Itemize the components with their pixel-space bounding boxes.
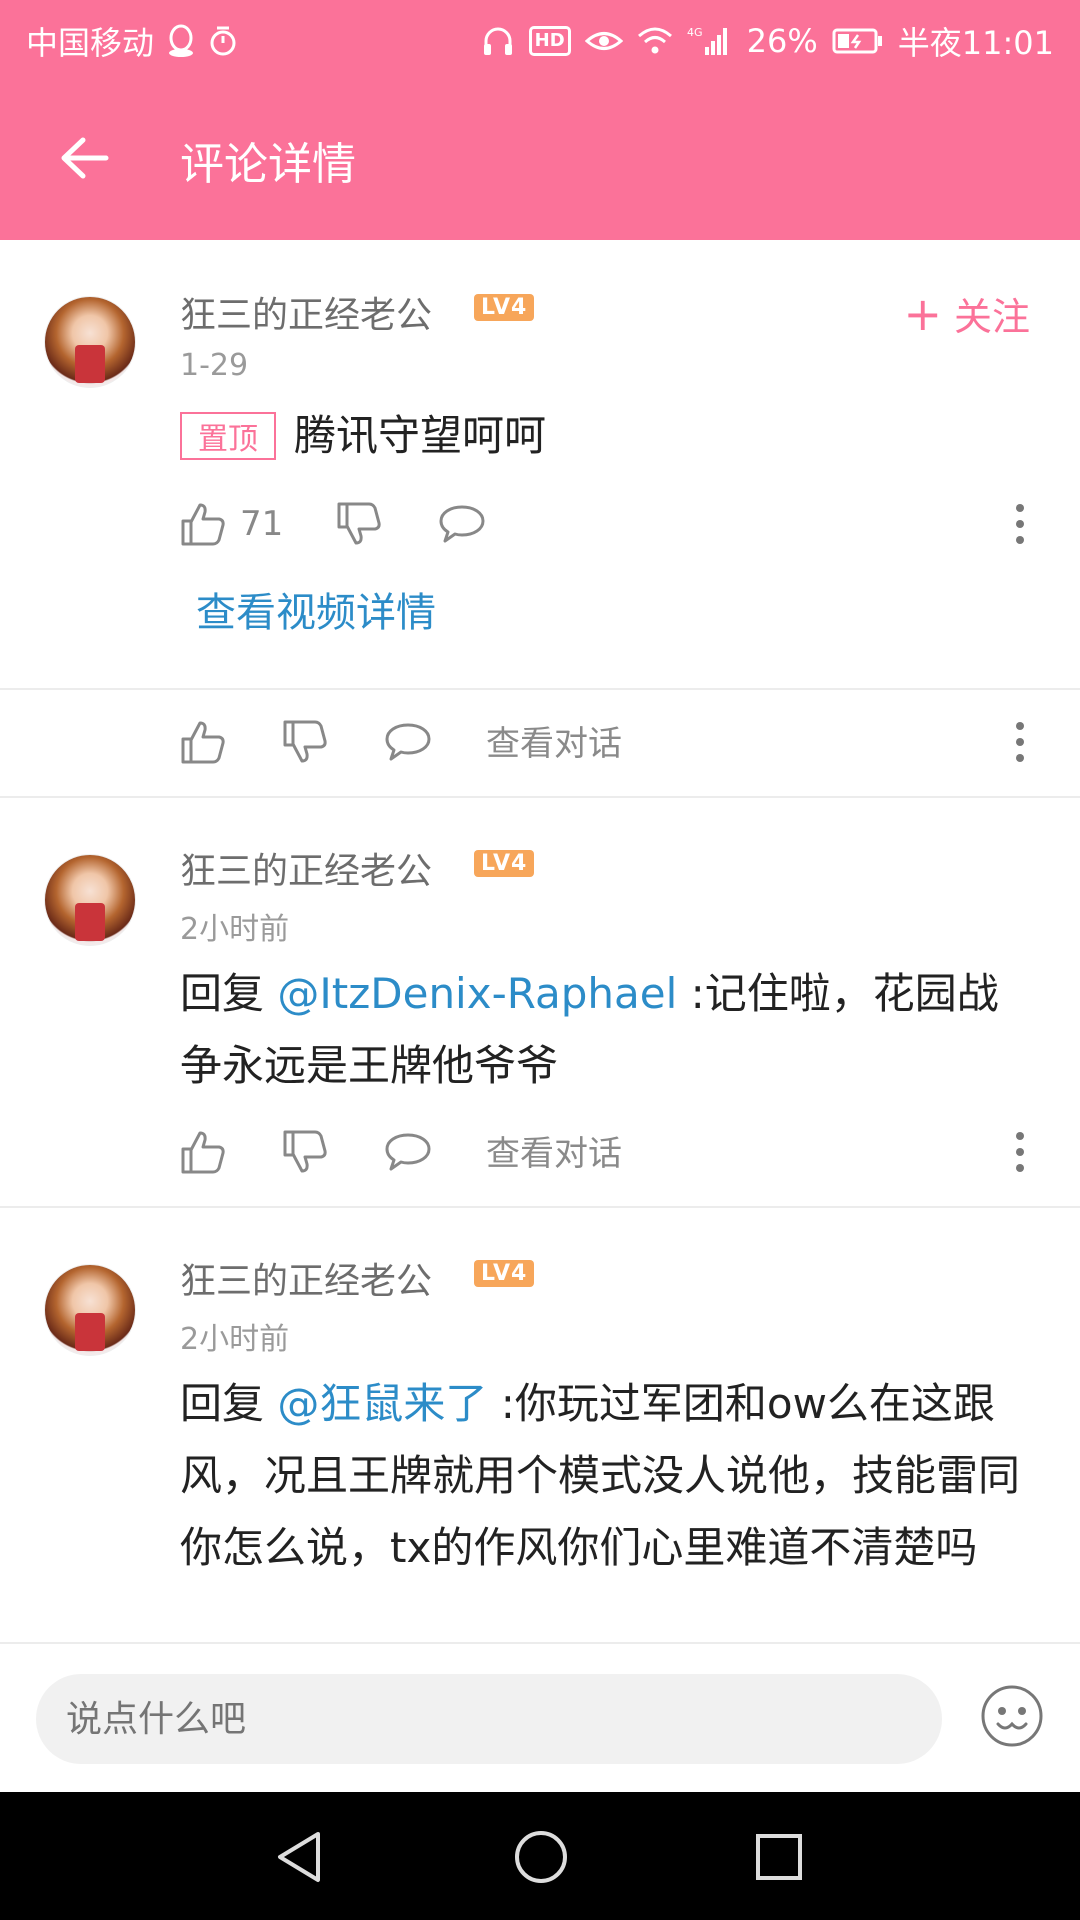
back-button[interactable] <box>46 120 122 196</box>
level-badge: LV4 <box>474 294 535 321</box>
comment-text: 腾讯守望呵呵 <box>294 411 547 460</box>
comment-username[interactable]: 狂三的正经老公 <box>180 286 432 338</box>
page-title: 评论详情 <box>180 139 356 190</box>
thumbs-up-icon <box>181 721 225 764</box>
thumbs-down-icon <box>283 720 327 763</box>
avatar[interactable] <box>44 1264 136 1356</box>
nav-recents-button[interactable] <box>744 1822 814 1892</box>
comment-username[interactable]: 狂三的正经老公 <box>180 842 432 894</box>
plus-icon: + <box>903 286 942 341</box>
comment-time: 2小时前 <box>180 912 290 947</box>
pinned-badge: 置顶 <box>180 412 276 460</box>
arrow-left-icon <box>61 137 109 179</box>
mention-link[interactable]: @狂鼠来了 <box>277 1379 487 1428</box>
eye-icon <box>584 32 623 50</box>
clock-time: 半夜11:01 <box>897 24 1054 62</box>
view-dialog-link[interactable]: 查看对话 <box>486 716 622 765</box>
thumbs-up-icon <box>181 503 225 546</box>
system-nav-bar <box>0 1792 1080 1920</box>
comment-actions: 71 <box>180 494 1040 554</box>
comment-date: 1-29 <box>180 348 249 383</box>
thread-actions: 查看对话 <box>180 712 1040 772</box>
mention-link[interactable]: @ItzDenix-Raphael <box>277 969 677 1018</box>
view-video-link[interactable]: 查看视频详情 <box>196 580 436 638</box>
level-badge: LV4 <box>474 850 535 877</box>
like-button[interactable]: 71 <box>180 494 283 554</box>
more-options-button[interactable] <box>1000 494 1040 554</box>
more-options-button[interactable] <box>1000 712 1040 772</box>
emoji-icon[interactable] <box>980 1684 1044 1748</box>
nav-back-button[interactable] <box>264 1822 334 1892</box>
svg-text:4G: 4G <box>687 26 703 39</box>
reply-button[interactable] <box>384 1122 432 1182</box>
wifi-icon <box>637 27 672 54</box>
comment-time: 2小时前 <box>180 1322 290 1357</box>
comment-input-bar <box>0 1642 1080 1792</box>
view-dialog-link[interactable]: 查看对话 <box>486 1126 622 1175</box>
qq-icon <box>169 24 194 57</box>
like-button[interactable] <box>180 712 226 772</box>
divider <box>0 688 1080 690</box>
speech-bubble-icon <box>385 723 431 761</box>
thumbs-down-icon <box>283 1130 327 1173</box>
alarm-icon <box>210 26 236 56</box>
square-recents-icon <box>756 1834 802 1880</box>
reply-button[interactable] <box>438 494 486 554</box>
reply-button[interactable] <box>384 712 432 772</box>
status-bar: 中国移动 HD 4G 26% 半夜11:01 <box>0 0 1080 76</box>
dislike-button[interactable] <box>282 712 328 772</box>
reply-prefix: 回复 <box>180 969 278 1018</box>
battery-percent: 26% <box>746 22 818 60</box>
comment-actions: 查看对话 <box>180 1122 1040 1182</box>
speech-bubble-icon <box>385 1133 431 1171</box>
like-count: 71 <box>240 504 284 544</box>
carrier-label: 中国移动 <box>26 24 155 62</box>
dislike-button[interactable] <box>282 1122 328 1182</box>
comment-text: 回复 @狂鼠来了 :你玩过军团和ow么在这跟风，况且王牌就用个模式没人说他，技能… <box>180 1368 1040 1584</box>
circle-home-icon <box>515 1831 567 1883</box>
follow-button[interactable]: + 关注 <box>903 286 1030 341</box>
headphones-icon <box>483 27 512 55</box>
speech-bubble-icon <box>439 505 485 543</box>
follow-label: 关注 <box>953 295 1030 339</box>
avatar[interactable] <box>44 854 136 946</box>
thumbs-down-icon <box>337 502 381 545</box>
battery-icon <box>832 28 882 54</box>
comment-input[interactable] <box>36 1674 942 1764</box>
nav-home-button[interactable] <box>506 1822 576 1892</box>
comment-text: 回复 @ItzDenix-Raphael :记住啦，花园战争永远是王牌他爷爷 <box>180 958 1040 1102</box>
level-badge: LV4 <box>474 1260 535 1287</box>
signal-icon: 4G <box>687 26 727 55</box>
divider <box>0 1206 1080 1208</box>
avatar[interactable] <box>44 296 136 388</box>
like-button[interactable] <box>180 1122 226 1182</box>
thumbs-up-icon <box>181 1131 225 1174</box>
app-bar: 评论详情 <box>0 90 1080 220</box>
dislike-button[interactable] <box>336 494 382 554</box>
triangle-back-icon <box>278 1832 320 1882</box>
app-header: 中国移动 HD 4G 26% 半夜11:01 评论详情 <box>0 0 1080 240</box>
comment-username[interactable]: 狂三的正经老公 <box>180 1252 432 1304</box>
reply-prefix: 回复 <box>180 1379 278 1428</box>
hd-icon: HD <box>528 26 571 56</box>
more-options-button[interactable] <box>1000 1122 1040 1182</box>
divider <box>0 796 1080 798</box>
